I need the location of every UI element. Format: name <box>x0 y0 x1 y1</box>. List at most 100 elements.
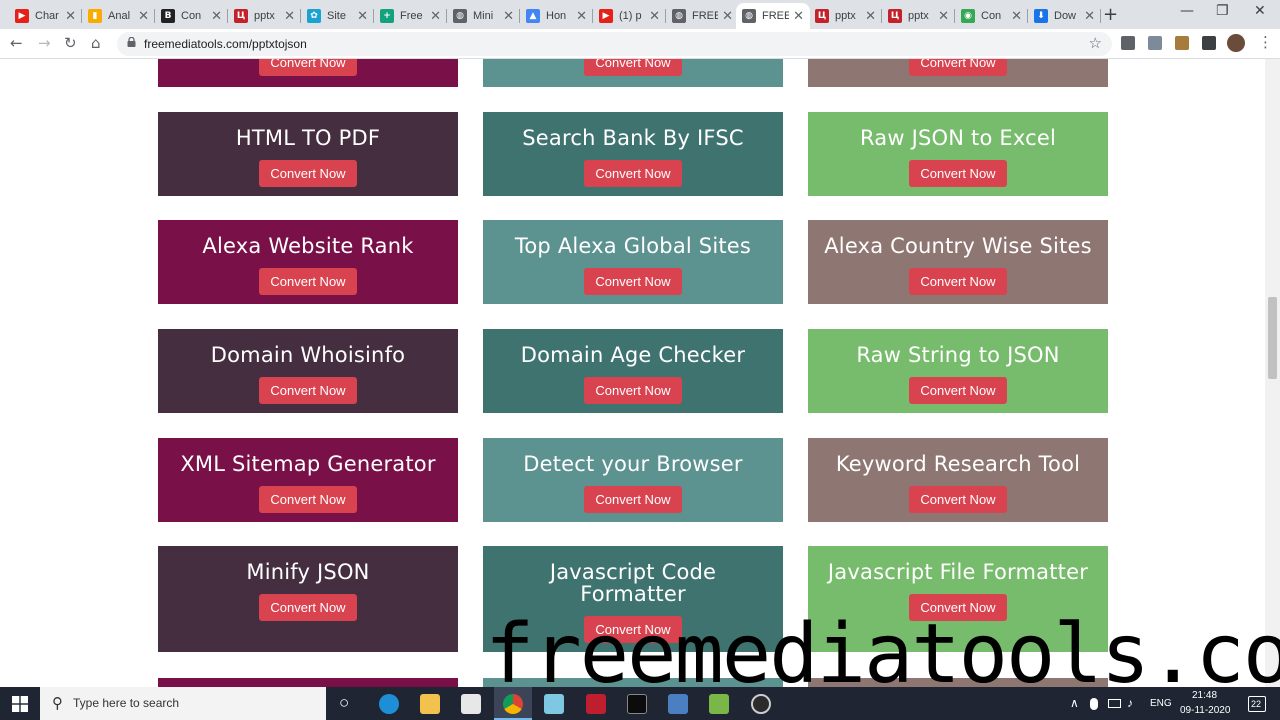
scrollbar-track[interactable] <box>1265 59 1280 687</box>
tab-close-icon[interactable]: ✕ <box>1084 9 1095 24</box>
extensions-menu-icon[interactable] <box>1202 36 1216 50</box>
convert-now-button[interactable]: Convert Now <box>909 59 1007 76</box>
profile-avatar[interactable] <box>1227 34 1245 52</box>
convert-now-button[interactable]: Convert Now <box>259 594 357 621</box>
clock-time[interactable]: 21:48 <box>1192 690 1217 701</box>
address-bar[interactable]: freemediatools.com/pptxtojson ☆ <box>117 32 1112 56</box>
store-app-icon[interactable] <box>461 694 481 714</box>
close-window-button[interactable]: ✕ <box>1254 3 1266 19</box>
edge-app-icon[interactable] <box>379 694 399 714</box>
convert-now-button[interactable]: Convert Now <box>259 486 357 513</box>
browser-tab[interactable]: Цpptx ✕ <box>882 3 955 29</box>
tray-chevron-icon[interactable]: ∧ <box>1070 696 1079 710</box>
tab-close-icon[interactable]: ✕ <box>65 9 76 24</box>
browser-menu-icon[interactable]: ⋮ <box>1258 33 1273 51</box>
convert-now-button[interactable]: Convert Now <box>584 59 682 76</box>
browser-tab[interactable]: ◉ Con ✕ <box>955 3 1028 29</box>
notifications-count: 22 <box>1251 699 1262 709</box>
convert-now-button[interactable]: Convert Now <box>909 377 1007 404</box>
browser-tab[interactable]: ▶ Char ✕ <box>9 3 82 29</box>
convert-now-button[interactable]: Convert Now <box>584 377 682 404</box>
browser-tab[interactable]: ▶ (1) p ✕ <box>593 3 666 29</box>
language-indicator[interactable]: ENG <box>1150 698 1172 709</box>
tab-close-icon[interactable]: ✕ <box>649 9 660 24</box>
windows-start-icon[interactable] <box>12 696 28 712</box>
convert-now-button[interactable]: Convert Now <box>259 59 357 76</box>
notepad-app-icon[interactable] <box>544 694 564 714</box>
browser-tab[interactable]: ⬇ Dow ✕ <box>1028 3 1101 29</box>
tab-close-icon[interactable]: ✕ <box>138 9 149 24</box>
home-button[interactable]: ⌂ <box>91 34 101 52</box>
extension-hammer-icon[interactable] <box>1175 36 1189 50</box>
tool-card: Top Alexa Global Sites Convert Now <box>483 220 783 304</box>
browser-tab[interactable]: ▲ Hon ✕ <box>520 3 593 29</box>
reload-button[interactable]: ↻ <box>64 34 77 52</box>
tab-close-icon[interactable]: ✕ <box>722 9 733 24</box>
tab-close-icon[interactable]: ✕ <box>793 9 804 24</box>
browser-tab[interactable]: ▮ Anal ✕ <box>82 3 155 29</box>
tab-close-icon[interactable]: ✕ <box>938 9 949 24</box>
taskbar-search-box[interactable]: ⚲ Type here to search <box>40 687 326 720</box>
back-button[interactable]: ← <box>10 34 23 52</box>
forward-button[interactable]: → <box>38 34 51 52</box>
maximize-button[interactable]: ❐ <box>1216 3 1229 19</box>
browser-tab[interactable]: ◍ FREE ✕ <box>736 3 810 29</box>
tab-title: FREE <box>762 10 790 22</box>
tab-close-icon[interactable]: ✕ <box>503 9 514 24</box>
spreadsheet-app-icon[interactable] <box>709 694 729 714</box>
tab-favicon-icon: ⬇ <box>1034 9 1048 23</box>
tab-title: pptx <box>908 10 929 22</box>
tool-card: Minify JSON Convert Now <box>158 546 458 652</box>
watermark-text: freemediatools.com <box>485 607 1280 688</box>
convert-now-button[interactable]: Convert Now <box>909 268 1007 295</box>
network-app-icon[interactable] <box>668 694 688 714</box>
page-content: Convert Now Convert Now Convert Now HTML TO… <box>0 59 1280 687</box>
browser-tab[interactable]: Цpptx ✕ <box>809 3 882 29</box>
tool-card-title: Keyword Research Tool <box>835 452 1081 476</box>
extension-camera-icon[interactable] <box>1121 36 1135 50</box>
convert-now-button[interactable]: Convert Now <box>584 268 682 295</box>
file-explorer-icon[interactable] <box>420 694 440 714</box>
scrollbar-thumb[interactable] <box>1268 297 1277 379</box>
tab-close-icon[interactable]: ✕ <box>865 9 876 24</box>
browser-tab[interactable]: ◍ FREE ✕ <box>666 3 739 29</box>
battery-icon[interactable] <box>1108 699 1121 708</box>
tab-close-icon[interactable]: ✕ <box>576 9 587 24</box>
tab-favicon-icon: ◉ <box>961 9 975 23</box>
convert-now-button[interactable]: Convert Now <box>909 160 1007 187</box>
tab-title: (1) p <box>619 10 642 22</box>
browser-tab[interactable]: ✿ Site ✕ <box>301 3 374 29</box>
tab-close-icon[interactable]: ✕ <box>357 9 368 24</box>
tab-close-icon[interactable]: ✕ <box>1011 9 1022 24</box>
browser-tab[interactable]: + Free ✕ <box>374 3 447 29</box>
obs-app-icon[interactable] <box>751 694 771 714</box>
extension-puzzle-box-icon[interactable] <box>1148 36 1162 50</box>
browser-tab[interactable]: ◍ Mini ✕ <box>447 3 520 29</box>
tool-card: Convert Now <box>158 59 458 87</box>
convert-now-button[interactable]: Convert Now <box>259 160 357 187</box>
terminal-app-icon[interactable] <box>627 694 647 714</box>
tab-favicon-icon: Ц <box>234 9 248 23</box>
convert-now-button[interactable]: Convert Now <box>259 268 357 295</box>
tab-favicon-icon: ◍ <box>453 9 467 23</box>
tab-title: Con <box>181 10 202 22</box>
clock-date[interactable]: 09-11-2020 <box>1180 705 1230 716</box>
browser-tab[interactable]: B Con ✕ <box>155 3 228 29</box>
task-view-icon[interactable]: ○ <box>339 693 349 713</box>
convert-now-button[interactable]: Convert Now <box>584 486 682 513</box>
convert-now-button[interactable]: Convert Now <box>259 377 357 404</box>
chrome-taskbar-button[interactable] <box>494 687 532 720</box>
notifications-button[interactable]: 22 <box>1248 696 1266 712</box>
filezilla-app-icon[interactable] <box>586 694 606 714</box>
tab-close-icon[interactable]: ✕ <box>284 9 295 24</box>
new-tab-button[interactable]: + <box>1103 4 1118 25</box>
tab-close-icon[interactable]: ✕ <box>211 9 222 24</box>
browser-tab[interactable]: Цpptx ✕ <box>228 3 301 29</box>
convert-now-button[interactable]: Convert Now <box>909 486 1007 513</box>
bookmark-star-icon[interactable]: ☆ <box>1089 34 1102 52</box>
tab-close-icon[interactable]: ✕ <box>430 9 441 24</box>
microphone-icon[interactable] <box>1090 698 1098 710</box>
volume-icon[interactable]: ♪ <box>1127 696 1133 710</box>
minimize-button[interactable]: — <box>1180 3 1194 19</box>
convert-now-button[interactable]: Convert Now <box>584 160 682 187</box>
